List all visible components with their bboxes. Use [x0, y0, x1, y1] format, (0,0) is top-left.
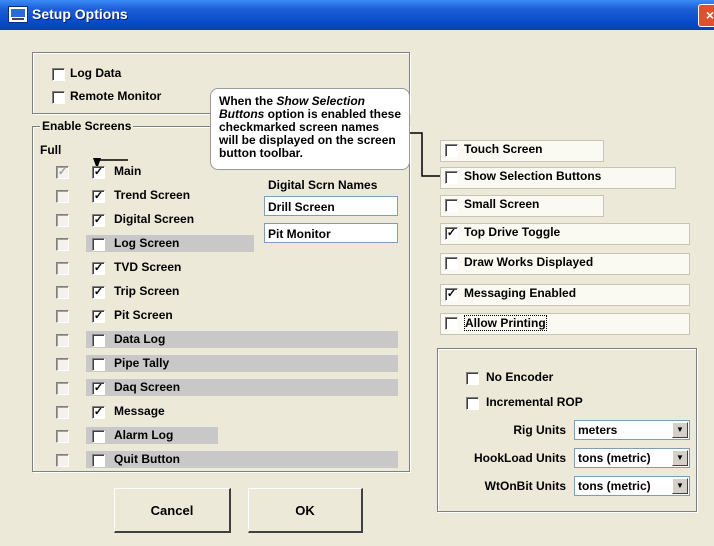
units-select[interactable]: meters ▼: [574, 420, 690, 440]
option-checkbox[interactable]: ✓: [445, 227, 458, 240]
option-checkbox[interactable]: [445, 144, 458, 157]
units-label: WtOnBit Units: [484, 479, 566, 493]
screen-checkbox[interactable]: ✓: [92, 286, 105, 299]
option-checkbox[interactable]: [445, 171, 458, 184]
units-label: HookLoad Units: [474, 451, 566, 465]
screen-checkbox[interactable]: ✓: [92, 214, 105, 227]
screen-checkbox[interactable]: ✓: [92, 382, 105, 395]
full-checkbox[interactable]: [56, 454, 69, 467]
option-label: Allow Printing: [464, 315, 547, 331]
option-label: Touch Screen: [464, 142, 543, 156]
screen-checkbox[interactable]: ✓: [92, 190, 105, 203]
full-checkbox[interactable]: [56, 358, 69, 371]
screen-label: Main: [114, 164, 142, 178]
screen-checkbox[interactable]: ✓: [92, 166, 105, 179]
screen-checkbox[interactable]: ✓: [92, 262, 105, 275]
screen-label: Quit Button: [114, 452, 180, 466]
units-value: meters: [578, 423, 618, 437]
full-checkbox[interactable]: [56, 334, 69, 347]
screen-checkbox[interactable]: [92, 238, 105, 251]
screen-label: Pipe Tally: [114, 356, 170, 370]
full-checkbox[interactable]: [56, 382, 69, 395]
full-checkbox[interactable]: [56, 430, 69, 443]
screen-label: Digital Screen: [114, 212, 195, 226]
full-checkbox[interactable]: [56, 238, 69, 251]
screen-label: TVD Screen: [114, 260, 182, 274]
option-checkbox[interactable]: ✓: [445, 288, 458, 301]
screen-checkbox[interactable]: ✓: [92, 310, 105, 323]
screen-label: Daq Screen: [114, 380, 181, 394]
units-label: Rig Units: [513, 423, 566, 437]
option-label: Remote Monitor: [70, 89, 162, 103]
chevron-down-icon[interactable]: ▼: [672, 450, 688, 466]
full-checkbox[interactable]: [56, 214, 69, 227]
chevron-down-icon[interactable]: ▼: [672, 478, 688, 494]
screen-label: Trip Screen: [114, 284, 180, 298]
checkbox[interactable]: [52, 68, 65, 81]
chevron-down-icon[interactable]: ▼: [672, 422, 688, 438]
setup-options-window: Setup Options × Enable Screens Full Digi…: [0, 0, 714, 546]
screen-checkbox[interactable]: [92, 454, 105, 467]
option-label: Top Drive Toggle: [464, 225, 561, 239]
option-label: Small Screen: [464, 197, 540, 211]
encoder-checkbox[interactable]: [466, 397, 479, 410]
units-select[interactable]: tons (metric) ▼: [574, 448, 690, 468]
screen-label: Pit Screen: [114, 308, 173, 322]
option-checkbox[interactable]: [445, 317, 458, 330]
screen-checkbox[interactable]: [92, 334, 105, 347]
option-label: Show Selection Buttons: [464, 169, 602, 183]
option-checkbox[interactable]: [445, 199, 458, 212]
screen-checkbox[interactable]: [92, 358, 105, 371]
full-checkbox[interactable]: ✓: [56, 166, 69, 179]
option-label: Log Data: [70, 66, 122, 80]
full-checkbox[interactable]: [56, 406, 69, 419]
option-label: Messaging Enabled: [464, 286, 577, 300]
units-value: tons (metric): [578, 451, 651, 465]
option-checkbox[interactable]: [445, 257, 458, 270]
encoder-checkbox[interactable]: [466, 372, 479, 385]
full-checkbox[interactable]: [56, 190, 69, 203]
full-checkbox[interactable]: [56, 310, 69, 323]
screen-checkbox[interactable]: ✓: [92, 406, 105, 419]
screen-label: Trend Screen: [114, 188, 191, 202]
encoder-label: Incremental ROP: [486, 395, 583, 409]
checkbox[interactable]: [52, 91, 65, 104]
screen-checkbox[interactable]: [92, 430, 105, 443]
screen-label: Alarm Log: [114, 428, 174, 442]
option-label: Draw Works Displayed: [464, 255, 594, 269]
screen-label: Data Log: [114, 332, 166, 346]
full-checkbox[interactable]: [56, 262, 69, 275]
units-value: tons (metric): [578, 479, 651, 493]
screen-label: Log Screen: [114, 236, 180, 250]
cancel-button[interactable]: Cancel: [114, 488, 231, 533]
units-select[interactable]: tons (metric) ▼: [574, 476, 690, 496]
full-checkbox[interactable]: [56, 286, 69, 299]
encoder-label: No Encoder: [486, 370, 554, 384]
ok-button[interactable]: OK: [248, 488, 363, 533]
screen-label: Message: [114, 404, 165, 418]
